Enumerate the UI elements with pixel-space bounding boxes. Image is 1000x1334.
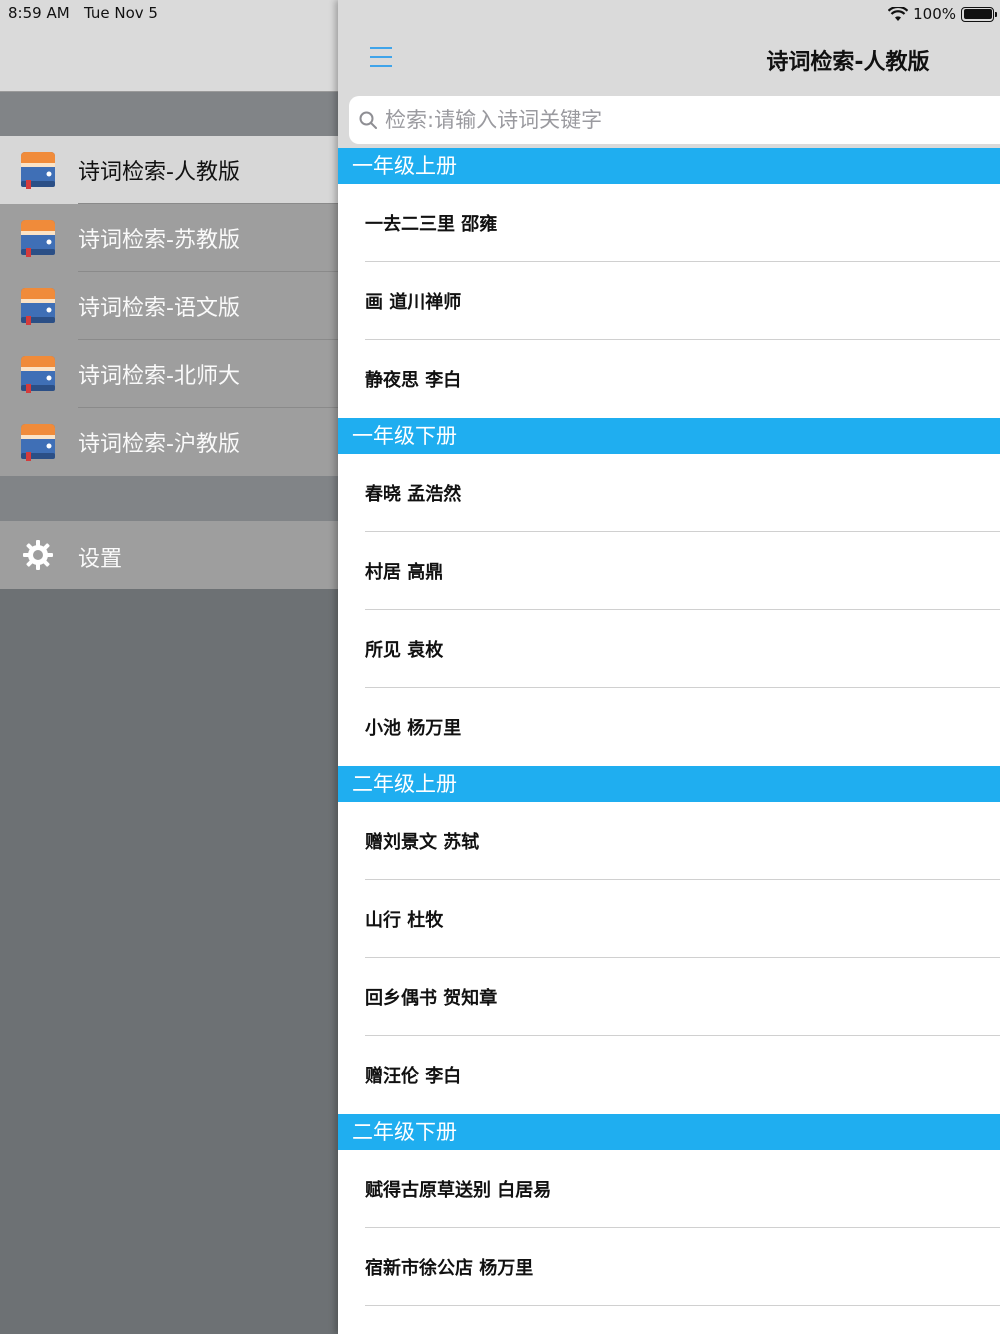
list-item-text: 所见 袁枚 [365, 640, 444, 661]
list-item[interactable]: 山行 杜牧 [338, 880, 1000, 958]
status-time-text: 8:59 AM [8, 4, 70, 22]
sidebar-item-label: 诗词检索-苏教版 [78, 228, 240, 253]
sidebar-item-label: 诗词检索-语文版 [78, 296, 240, 321]
list-item[interactable]: 画 道川禅师 [338, 262, 1000, 340]
list-item[interactable]: 春晓 孟浩然 [338, 454, 1000, 532]
status-time: 8:59 AM Tue Nov 5 [8, 4, 158, 22]
list-item-text: 赠汪伦 李白 [365, 1066, 462, 1087]
list-item[interactable]: 赠汪伦 李白 [338, 1036, 1000, 1114]
sidebar-item-hujiao[interactable]: 诗词检索-沪教版 [0, 408, 338, 476]
list-item-text: 小池 杨万里 [365, 718, 462, 739]
sidebar-item-renjiao[interactable]: 诗词检索-人教版 [0, 136, 338, 204]
search-icon [359, 111, 377, 129]
search-bar [338, 92, 1000, 148]
list-item-text: 赠刘景文 苏轼 [365, 832, 480, 853]
list-item[interactable]: 赋得古原草送别 白居易 [338, 1150, 1000, 1228]
gear-icon [23, 540, 53, 570]
battery-percent: 100% [913, 5, 956, 23]
list-item[interactable]: 村居 高鼎 [338, 532, 1000, 610]
book-icon [21, 220, 55, 257]
list-item[interactable]: 所见 袁枚 [338, 610, 1000, 688]
settings-label: 设置 [78, 547, 123, 572]
main-panel: 诗词检索-人教版 100% 一年级上册 一去二三里 邵雍 画 道川禅师 静夜思 … [338, 0, 1000, 1334]
section-header: 二年级上册 [338, 766, 1000, 802]
status-date-text: Tue Nov 5 [83, 4, 158, 22]
book-icon [21, 424, 55, 461]
section-header: 一年级上册 [338, 148, 1000, 184]
page-title: 诗词检索-人教版 [766, 50, 930, 75]
list-item-text: 回乡偶书 贺知章 [365, 988, 498, 1009]
poem-list: 一年级上册 一去二三里 邵雍 画 道川禅师 静夜思 李白 一年级下册 春晓 孟浩… [338, 148, 1000, 1306]
menu-icon[interactable] [370, 47, 392, 67]
sidebar-item-label: 诗词检索-沪教版 [78, 432, 240, 457]
list-item-text: 春晓 孟浩然 [365, 484, 462, 505]
divider [365, 1305, 1000, 1306]
list-item[interactable]: 回乡偶书 贺知章 [338, 958, 1000, 1036]
list-item-text: 山行 杜牧 [365, 910, 444, 931]
sidebar-item-beishida[interactable]: 诗词检索-北师大 [0, 340, 338, 408]
search-input[interactable] [385, 104, 985, 136]
list-item-text: 赋得古原草送别 白居易 [365, 1180, 552, 1201]
book-icon [21, 288, 55, 325]
nav-bar: 诗词检索-人教版 100% [338, 0, 1000, 92]
sidebar-spacer [0, 476, 338, 521]
wifi-icon [888, 6, 909, 21]
list-item-text: 画 道川禅师 [365, 292, 462, 313]
list-item-text: 静夜思 李白 [365, 370, 462, 391]
book-icon [21, 356, 55, 393]
sidebar-header: 8:59 AM Tue Nov 5 [0, 0, 338, 92]
sidebar-item-settings[interactable]: 设置 [0, 521, 338, 589]
status-indicators: 100% [888, 3, 997, 25]
list-item[interactable]: 赠刘景文 苏轼 [338, 802, 1000, 880]
list-item[interactable]: 一去二三里 邵雍 [338, 184, 1000, 262]
section-header: 二年级下册 [338, 1114, 1000, 1150]
sidebar-item-yuwen[interactable]: 诗词检索-语文版 [0, 272, 338, 340]
battery-icon [961, 6, 997, 22]
sidebar-spacer [0, 92, 338, 136]
sidebar-menu: 诗词检索-人教版 诗词检索-苏教版 诗词检索-语文版 诗词检索-北师大 诗词检索… [0, 136, 338, 476]
list-item[interactable]: 小池 杨万里 [338, 688, 1000, 766]
search-box[interactable] [349, 96, 1000, 144]
sidebar-item-label: 诗词检索-北师大 [78, 364, 240, 389]
sidebar-item-sujiao[interactable]: 诗词检索-苏教版 [0, 204, 338, 272]
list-item-text: 村居 高鼎 [365, 562, 444, 583]
book-icon [21, 152, 55, 189]
list-item-text: 宿新市徐公店 杨万里 [365, 1258, 534, 1279]
list-item-text: 一去二三里 邵雍 [365, 214, 498, 235]
list-item[interactable]: 宿新市徐公店 杨万里 [338, 1228, 1000, 1306]
list-item[interactable]: 静夜思 李白 [338, 340, 1000, 418]
sidebar: 8:59 AM Tue Nov 5 诗词检索-人教版 诗词检索-苏教版 诗词检索… [0, 0, 338, 1334]
sidebar-item-label: 诗词检索-人教版 [78, 160, 240, 185]
section-header: 一年级下册 [338, 418, 1000, 454]
